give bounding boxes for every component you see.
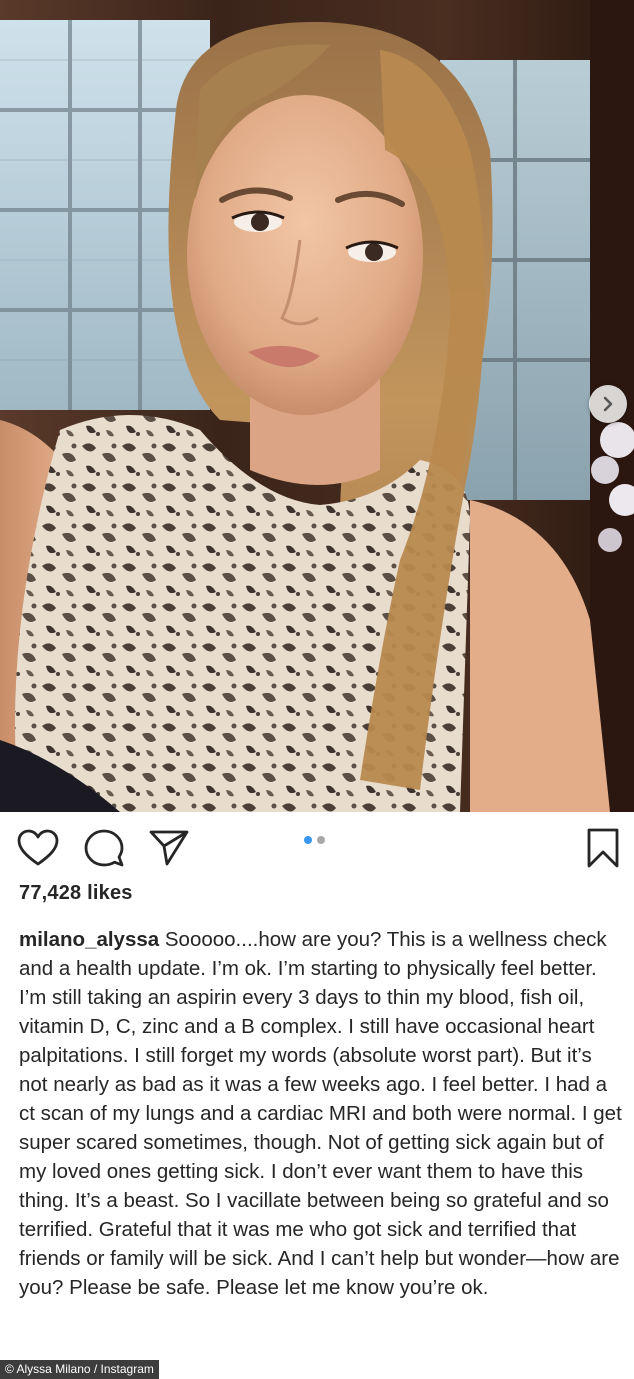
caption-text: Sooooo....how are you? This is a wellnes… (19, 928, 622, 1299)
comment-bubble-icon (84, 829, 124, 867)
post-caption: milano_alyssa Sooooo....how are you? Thi… (19, 925, 625, 1302)
next-photo-button[interactable] (589, 385, 627, 423)
portrait-image (0, 0, 634, 812)
paper-plane-icon (149, 830, 189, 866)
bookmark-icon (587, 828, 619, 868)
post-action-bar (0, 812, 634, 884)
like-button[interactable] (16, 828, 60, 868)
photo-credit: © Alyssa Milano / Instagram (0, 1360, 159, 1379)
save-button[interactable] (582, 826, 624, 870)
share-button[interactable] (147, 828, 191, 868)
carousel-indicator (304, 836, 325, 844)
caption-username[interactable]: milano_alyssa (19, 928, 159, 951)
carousel-dot-active (304, 836, 312, 844)
carousel-dot (317, 836, 325, 844)
comment-button[interactable] (82, 828, 126, 868)
post-photo[interactable] (0, 0, 634, 812)
heart-icon (17, 829, 59, 866)
likes-count[interactable]: 77,428 likes (19, 882, 133, 905)
chevron-right-icon (603, 396, 613, 412)
